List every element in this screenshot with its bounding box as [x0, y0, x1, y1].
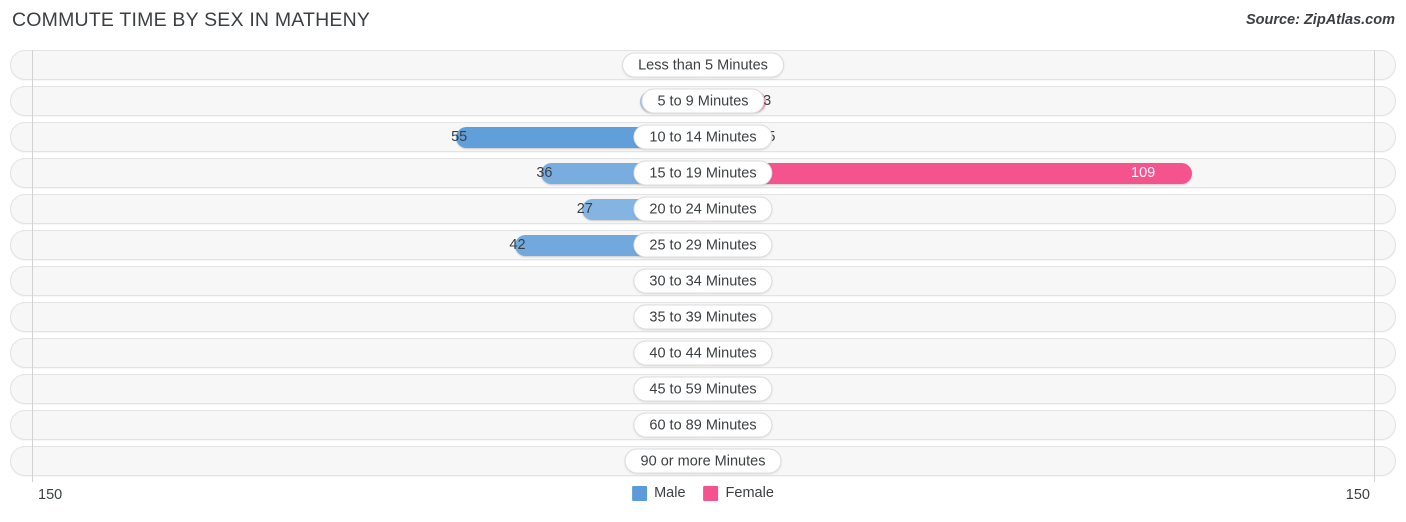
- category-label: 20 to 24 Minutes: [633, 196, 773, 222]
- legend: Male Female: [632, 486, 774, 501]
- chart-row[interactable]: 0040 to 44 Minutes: [10, 338, 1396, 368]
- category-label: 5 to 9 Minutes: [641, 88, 765, 114]
- category-label: 90 or more Minutes: [624, 448, 782, 474]
- legend-swatch-female-icon: [703, 486, 719, 501]
- chart-row[interactable]: 271320 to 24 Minutes: [10, 194, 1396, 224]
- chart-row[interactable]: 42025 to 29 Minutes: [10, 230, 1396, 260]
- chart-row[interactable]: 4530 to 34 Minutes: [10, 266, 1396, 296]
- plot-area: 20Less than 5 Minutes 3135 to 9 Minutes 55…: [10, 50, 1396, 482]
- chart-row[interactable]: 551510 to 14 Minutes: [10, 122, 1396, 152]
- category-label: 10 to 14 Minutes: [633, 124, 773, 150]
- category-label: 30 to 34 Minutes: [633, 268, 773, 294]
- category-label: 40 to 44 Minutes: [633, 340, 773, 366]
- value-label-male: 36: [536, 164, 553, 181]
- chart-row[interactable]: 36 109 15 to 19 Minutes: [10, 158, 1396, 188]
- category-label: 35 to 39 Minutes: [633, 304, 773, 330]
- category-label: 60 to 89 Minutes: [633, 412, 773, 438]
- legend-label-female: Female: [725, 485, 774, 502]
- chart-container: COMMUTE TIME BY SEX IN MATHENY Source: Z…: [0, 0, 1406, 522]
- legend-item-male[interactable]: Male: [632, 485, 686, 502]
- chart-row[interactable]: 5090 or more Minutes: [10, 446, 1396, 476]
- bar-female[interactable]: [703, 163, 1193, 184]
- page-title: COMMUTE TIME BY SEX IN MATHENY: [12, 9, 371, 31]
- legend-label-male: Male: [654, 485, 686, 502]
- chart-row[interactable]: 1060 to 89 Minutes: [10, 410, 1396, 440]
- category-label: 45 to 59 Minutes: [633, 376, 773, 402]
- chart-row[interactable]: 20Less than 5 Minutes: [10, 50, 1396, 80]
- legend-swatch-male-icon: [632, 486, 648, 501]
- value-label-male: 42: [509, 236, 526, 253]
- chart-row[interactable]: 1045 to 59 Minutes: [10, 374, 1396, 404]
- category-label: 15 to 19 Minutes: [633, 160, 773, 186]
- value-label-female: 109: [1131, 164, 1156, 181]
- value-label-male: 55: [451, 128, 468, 145]
- chart-footer: 150 150 Male Female: [0, 484, 1406, 514]
- axis-end-left-label: 150: [38, 487, 63, 503]
- chart-row[interactable]: 0035 to 39 Minutes: [10, 302, 1396, 332]
- value-label-male: 27: [576, 200, 593, 217]
- legend-item-female[interactable]: Female: [703, 485, 774, 502]
- category-label: 25 to 29 Minutes: [633, 232, 773, 258]
- chart-row[interactable]: 3135 to 9 Minutes: [10, 86, 1396, 116]
- axis-end-right-label: 150: [1345, 487, 1370, 503]
- category-label: Less than 5 Minutes: [622, 52, 784, 78]
- source-attribution: Source: ZipAtlas.com: [1245, 12, 1395, 28]
